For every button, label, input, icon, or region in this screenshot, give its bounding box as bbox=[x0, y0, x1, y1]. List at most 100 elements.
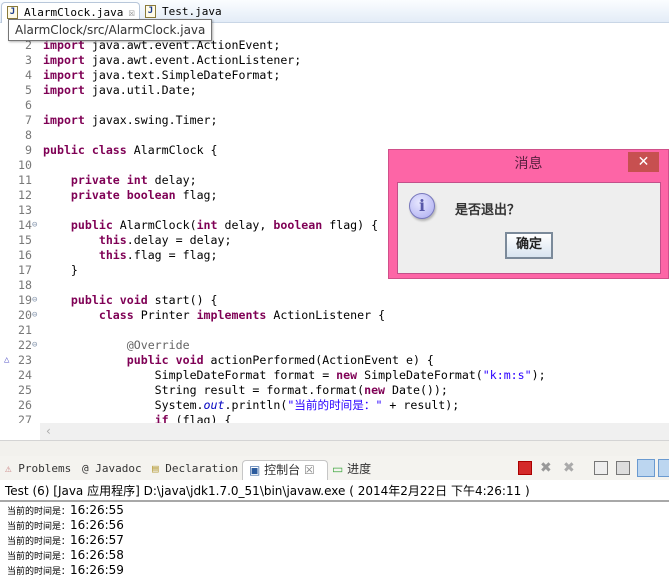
scroll-left-icon[interactable]: ‹ bbox=[46, 424, 51, 438]
code-token: class bbox=[98, 308, 134, 322]
output-prefix: 当前的时间是： bbox=[7, 522, 71, 532]
line-number: 22 bbox=[18, 338, 32, 352]
line-number: 9 bbox=[25, 143, 32, 157]
code-text: String result = format.format(new Date()… bbox=[43, 383, 448, 398]
line-number: 21 bbox=[18, 323, 32, 337]
code-line: 8 bbox=[0, 128, 669, 143]
code-line: 21 bbox=[0, 323, 669, 338]
code-token: "k:m:s" bbox=[482, 368, 532, 382]
show-console-stdout-icon[interactable] bbox=[637, 459, 655, 477]
ok-button[interactable]: 确定 bbox=[505, 232, 553, 259]
code-text: import javax.swing.Timer; bbox=[43, 113, 218, 128]
fold-icon[interactable]: ⊖ bbox=[32, 338, 37, 353]
output-time: 16:26:57 bbox=[70, 533, 124, 547]
code-text: private int delay; bbox=[43, 173, 197, 188]
code-token: .delay = delay; bbox=[126, 233, 232, 247]
code-token: ActionListener { bbox=[266, 308, 386, 322]
output-prefix: 当前的时间是： bbox=[7, 507, 71, 517]
code-text: System.out.println("当前的时间是：" + result); bbox=[43, 398, 460, 413]
console-icon: ▣ bbox=[249, 463, 265, 477]
code-text: import java.awt.event.ActionListener; bbox=[43, 53, 301, 68]
code-token: private boolean bbox=[70, 188, 176, 202]
code-token: implements bbox=[196, 308, 267, 322]
code-text: } bbox=[43, 263, 78, 278]
code-text: public AlarmClock(int delay, boolean fla… bbox=[43, 218, 378, 233]
code-line: 4 import java.text.SimpleDateFormat; bbox=[0, 68, 669, 83]
line-number: 5 bbox=[25, 83, 32, 97]
tab-label: Test.java bbox=[162, 5, 222, 18]
tab-label: AlarmClock.java bbox=[24, 6, 124, 19]
code-token: "当前的时间是：" bbox=[287, 398, 383, 412]
code-text: public class AlarmClock { bbox=[43, 143, 218, 158]
code-text: import java.text.SimpleDateFormat; bbox=[43, 68, 280, 83]
fold-icon[interactable]: ⊖ bbox=[32, 293, 37, 308]
code-token: actionPerformed(ActionEvent e) { bbox=[203, 353, 434, 367]
line-number: 26 bbox=[18, 398, 32, 412]
code-token: SimpleDateFormat( bbox=[357, 368, 483, 382]
dialog-message: 是否退出？ bbox=[455, 203, 521, 218]
line-number: 6 bbox=[25, 98, 32, 112]
code-token: import bbox=[43, 68, 85, 82]
line-number: 16 bbox=[18, 248, 32, 262]
code-token: private int bbox=[70, 173, 148, 187]
java-file-icon: J bbox=[145, 5, 156, 18]
dialog-body: i 是否退出？ 确定 bbox=[397, 182, 661, 274]
code-line: 20 ⊖ class Printer implements ActionListe… bbox=[0, 308, 669, 323]
output-time: 16:26:59 bbox=[70, 563, 124, 577]
remove-all-icon[interactable]: ✖ bbox=[563, 461, 577, 475]
java-file-icon: J bbox=[7, 6, 18, 19]
code-token: Date()); bbox=[385, 383, 448, 397]
code-token: (flag) { bbox=[168, 413, 232, 423]
code-token: public void bbox=[70, 293, 148, 307]
close-tab-icon[interactable]: ☒ bbox=[300, 463, 315, 477]
code-token: java.text.SimpleDateFormat; bbox=[84, 68, 281, 82]
terminate-button[interactable] bbox=[518, 461, 532, 475]
show-console-stderr-icon[interactable] bbox=[658, 459, 669, 477]
tab-javadoc[interactable]: @ Javadoc bbox=[82, 460, 142, 480]
horizontal-scrollbar[interactable]: ‹ bbox=[40, 423, 669, 440]
code-token: delay, bbox=[217, 218, 274, 232]
line-number: 14 bbox=[18, 218, 32, 232]
output-time: 16:26:58 bbox=[70, 548, 124, 562]
code-token: AlarmClock { bbox=[126, 143, 218, 157]
code-token: @Override bbox=[126, 338, 190, 352]
code-line: 6 bbox=[0, 98, 669, 113]
fold-icon[interactable]: ⊖ bbox=[32, 218, 37, 233]
code-text: this.flag = flag; bbox=[43, 248, 218, 263]
code-text: @Override bbox=[43, 338, 190, 353]
code-line: 7 import javax.swing.Timer; bbox=[0, 113, 669, 128]
code-token: this bbox=[98, 248, 127, 262]
fold-icon[interactable]: ⊖ bbox=[32, 308, 37, 323]
tab-declaration[interactable]: ▤ Declaration bbox=[152, 460, 238, 480]
tab-problems[interactable]: ⚠ Problems bbox=[5, 460, 71, 480]
code-text: public void actionPerformed(ActionEvent … bbox=[43, 353, 434, 368]
code-token: SimpleDateFormat format = bbox=[43, 368, 337, 382]
code-token: javax.swing.Timer; bbox=[84, 113, 218, 127]
line-number: 4 bbox=[25, 68, 32, 82]
code-token: import bbox=[43, 53, 85, 67]
code-line: 22 ⊖ @Override bbox=[0, 338, 669, 353]
code-text: if (flag) { bbox=[43, 413, 232, 423]
line-number: 19 bbox=[18, 293, 32, 307]
line-number: 17 bbox=[18, 263, 32, 277]
output-prefix: 当前的时间是： bbox=[7, 537, 71, 547]
output-prefix: 当前的时间是： bbox=[7, 567, 71, 577]
tab-console[interactable]: ▣ 控制台 ☒ bbox=[242, 460, 328, 480]
code-token: String result = format.format( bbox=[43, 383, 365, 397]
scroll-lock-icon[interactable] bbox=[616, 461, 630, 475]
code-token: if bbox=[154, 413, 169, 423]
code-text: this.delay = delay; bbox=[43, 233, 232, 248]
clear-console-icon[interactable] bbox=[594, 461, 608, 475]
tab-progress[interactable]: ▭ 进度 bbox=[332, 460, 371, 480]
remove-launch-icon[interactable]: ✖ bbox=[540, 461, 554, 475]
line-number: 24 bbox=[18, 368, 32, 382]
dialog-close-button[interactable]: ✕ bbox=[628, 152, 659, 172]
code-token: .flag = flag; bbox=[126, 248, 218, 262]
